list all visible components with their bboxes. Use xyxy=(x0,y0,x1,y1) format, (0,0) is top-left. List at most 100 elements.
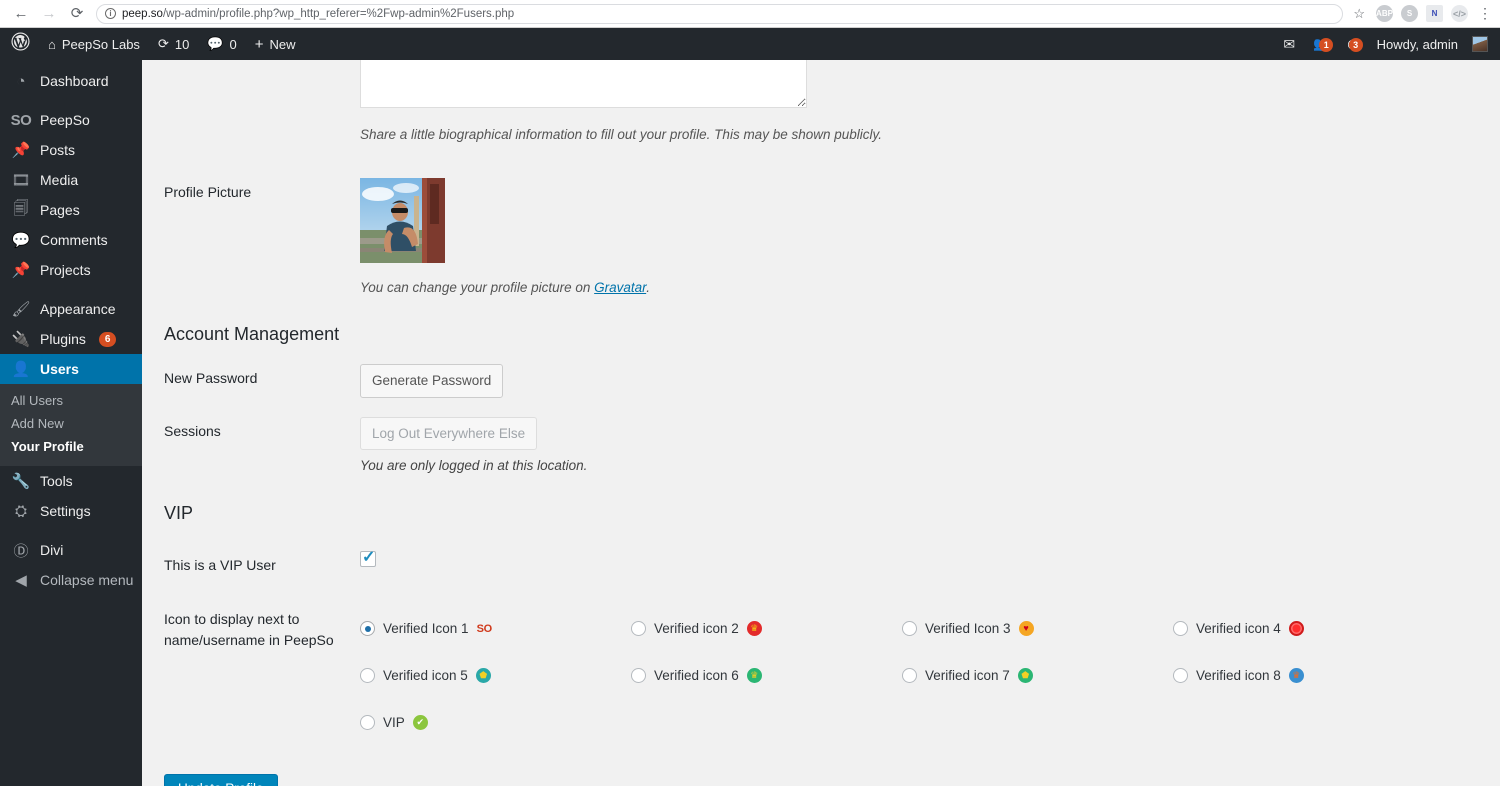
sidebar-item-label: Media xyxy=(40,172,79,188)
users-notifications-menu[interactable]: 👥 1 xyxy=(1304,28,1338,60)
site-name-label: PeepSo Labs xyxy=(61,36,140,52)
radio-input[interactable] xyxy=(360,715,375,731)
radio-option-verified-icon-7[interactable]: Verified icon 7 ⬟ xyxy=(902,652,1173,699)
media-icon: 🎞 xyxy=(11,172,31,189)
mail-menu[interactable]: ✉ xyxy=(1274,28,1304,60)
radio-option-vip[interactable]: VIP ✔ xyxy=(360,699,631,746)
site-name-menu[interactable]: ⌂ PeepSo Labs xyxy=(39,28,149,60)
so-text-icon: SO xyxy=(476,622,493,635)
brush-icon: 🖌 xyxy=(11,301,31,318)
sidebar-item-plugins[interactable]: 🔌 Plugins 6 xyxy=(0,324,142,354)
peepso-notifications-menu[interactable]: ◍ 3 xyxy=(1338,28,1367,60)
update-profile-button[interactable]: Update Profile xyxy=(164,774,278,786)
new-content-menu[interactable]: + New xyxy=(246,28,305,60)
gravatar-link[interactable]: Gravatar xyxy=(594,280,646,295)
site-info-icon[interactable]: i xyxy=(105,8,116,19)
icon-choice-field: Verified Icon 1 SO Verified icon 2 ♛ Ver… xyxy=(360,605,1480,746)
skype-extension-icon[interactable]: S xyxy=(1401,5,1418,22)
sidebar-item-label: Settings xyxy=(40,503,91,519)
vip-user-field xyxy=(360,547,1480,572)
browser-toolbar: ← → ⟳ i peep.so/wp-admin/profile.php?wp_… xyxy=(0,0,1500,28)
plus-icon: + xyxy=(254,35,264,53)
radio-input[interactable] xyxy=(902,621,917,637)
so-icon: SO xyxy=(10,111,32,129)
vip-user-row: This is a VIP User xyxy=(164,531,1480,575)
sessions-row: Sessions Log Out Everywhere Else You are… xyxy=(164,398,1480,473)
sidebar-item-media[interactable]: 🎞 Media xyxy=(0,165,142,195)
verified-icon-radio-grid: Verified Icon 1 SO Verified icon 2 ♛ Ver… xyxy=(360,605,1480,746)
sidebar-subitem-add-new[interactable]: Add New xyxy=(0,412,142,435)
radio-option-verified-icon-4[interactable]: Verified icon 4 xyxy=(1173,605,1444,652)
radio-option-verified-icon-3[interactable]: Verified Icon 3 ♥ xyxy=(902,605,1173,652)
code-extension-icon[interactable]: </> xyxy=(1451,5,1468,22)
sidebar-item-pages[interactable]: 🗐 Pages xyxy=(0,195,142,225)
sidebar-item-divi[interactable]: Ⓓ Divi xyxy=(0,535,142,565)
peepso-badge: 3 xyxy=(1348,38,1363,52)
sidebar-item-label: Plugins xyxy=(40,331,86,347)
sidebar-subitem-all-users[interactable]: All Users xyxy=(0,389,142,412)
sidebar-item-settings[interactable]: ⛭ Settings xyxy=(0,496,142,526)
sidebar-item-peepso[interactable]: SO PeepSo xyxy=(0,105,142,135)
radio-label: Verified icon 2 xyxy=(654,621,739,637)
users-icon: 👥 1 xyxy=(1313,36,1334,52)
plug-icon: 🔌 xyxy=(11,331,31,348)
orange-heart-icon: ♥ xyxy=(1018,621,1034,637)
adblock-extension-icon[interactable]: ABP xyxy=(1376,5,1393,22)
sidebar-item-label: Projects xyxy=(40,262,91,278)
account-menu[interactable]: Howdy, admin xyxy=(1368,28,1498,60)
radio-input[interactable] xyxy=(1173,668,1188,684)
sidebar-item-tools[interactable]: 🔧 Tools xyxy=(0,466,142,496)
home-icon: ⌂ xyxy=(48,36,56,52)
sidebar-divider xyxy=(0,285,142,294)
biographical-info-textarea[interactable] xyxy=(360,60,807,108)
updates-icon: ⟳ xyxy=(157,36,169,51)
sidebar-item-dashboard[interactable]: ◔ Dashboard xyxy=(0,66,142,96)
wordpress-logo-icon[interactable] xyxy=(2,32,39,56)
pages-icon: 🗐 xyxy=(13,199,29,217)
reload-icon[interactable]: ⟳ xyxy=(64,1,90,27)
sidebar-item-label: Tools xyxy=(40,473,73,489)
comments-count: 0 xyxy=(229,36,237,52)
radio-option-verified-icon-8[interactable]: Verified icon 8 ♛ xyxy=(1173,652,1444,699)
sidebar-item-comments[interactable]: 💬 Comments xyxy=(0,225,142,255)
radio-option-verified-icon-6[interactable]: Verified icon 6 ♛ xyxy=(631,652,902,699)
radio-input[interactable] xyxy=(1173,621,1188,637)
radio-input[interactable] xyxy=(360,621,375,637)
updates-menu[interactable]: ⟳ 10 xyxy=(149,28,198,60)
radio-label: VIP xyxy=(383,715,405,731)
profile-form: Share a little biographical information … xyxy=(142,60,1500,786)
vip-user-checkbox[interactable] xyxy=(360,547,376,568)
radio-input[interactable] xyxy=(902,668,917,684)
gravatar-suffix: . xyxy=(646,280,650,295)
comment-icon: 💬 xyxy=(11,232,31,249)
sidebar-collapse-menu[interactable]: ◀ Collapse menu xyxy=(0,565,142,595)
sidebar-item-users[interactable]: 👤 Users xyxy=(0,354,142,384)
generate-password-button[interactable]: Generate Password xyxy=(360,364,504,398)
sidebar-subitem-your-profile[interactable]: Your Profile xyxy=(0,435,142,458)
updates-count: 10 xyxy=(174,36,190,52)
teal-shield-icon: ⬟ xyxy=(475,668,491,684)
comments-menu[interactable]: 💬 0 xyxy=(198,28,245,60)
radio-input[interactable] xyxy=(360,668,375,684)
sidebar-item-posts[interactable]: 📌 Posts xyxy=(0,135,142,165)
radio-input[interactable] xyxy=(631,668,646,684)
browser-menu-icon[interactable]: ⋮ xyxy=(1478,6,1492,21)
sidebar-item-appearance[interactable]: 🖌 Appearance xyxy=(0,294,142,324)
pin-icon: 📌 xyxy=(11,262,31,279)
bookmark-star-icon[interactable]: ☆ xyxy=(1353,6,1365,22)
red-target-icon xyxy=(1288,621,1304,637)
radio-input[interactable] xyxy=(631,621,646,637)
sidebar-item-label: Posts xyxy=(40,142,76,158)
radio-option-verified-icon-5[interactable]: Verified icon 5 ⬟ xyxy=(360,652,631,699)
address-bar[interactable]: i peep.so/wp-admin/profile.php?wp_http_r… xyxy=(96,3,1344,24)
sidebar-item-projects[interactable]: 📌 Projects xyxy=(0,255,142,285)
plugins-update-badge: 6 xyxy=(98,331,117,347)
comment-icon: 💬 xyxy=(207,36,224,51)
evernote-extension-icon[interactable]: N xyxy=(1426,5,1443,22)
howdy-label: Howdy, admin xyxy=(1376,36,1458,52)
gravatar-prefix: You can change your profile picture on xyxy=(360,280,595,295)
icon-choice-label: Icon to display next to name/username in… xyxy=(164,611,334,648)
radio-option-verified-icon-1[interactable]: Verified Icon 1 SO xyxy=(360,605,631,652)
back-icon[interactable]: ← xyxy=(8,1,34,27)
radio-option-verified-icon-2[interactable]: Verified icon 2 ♛ xyxy=(631,605,902,652)
